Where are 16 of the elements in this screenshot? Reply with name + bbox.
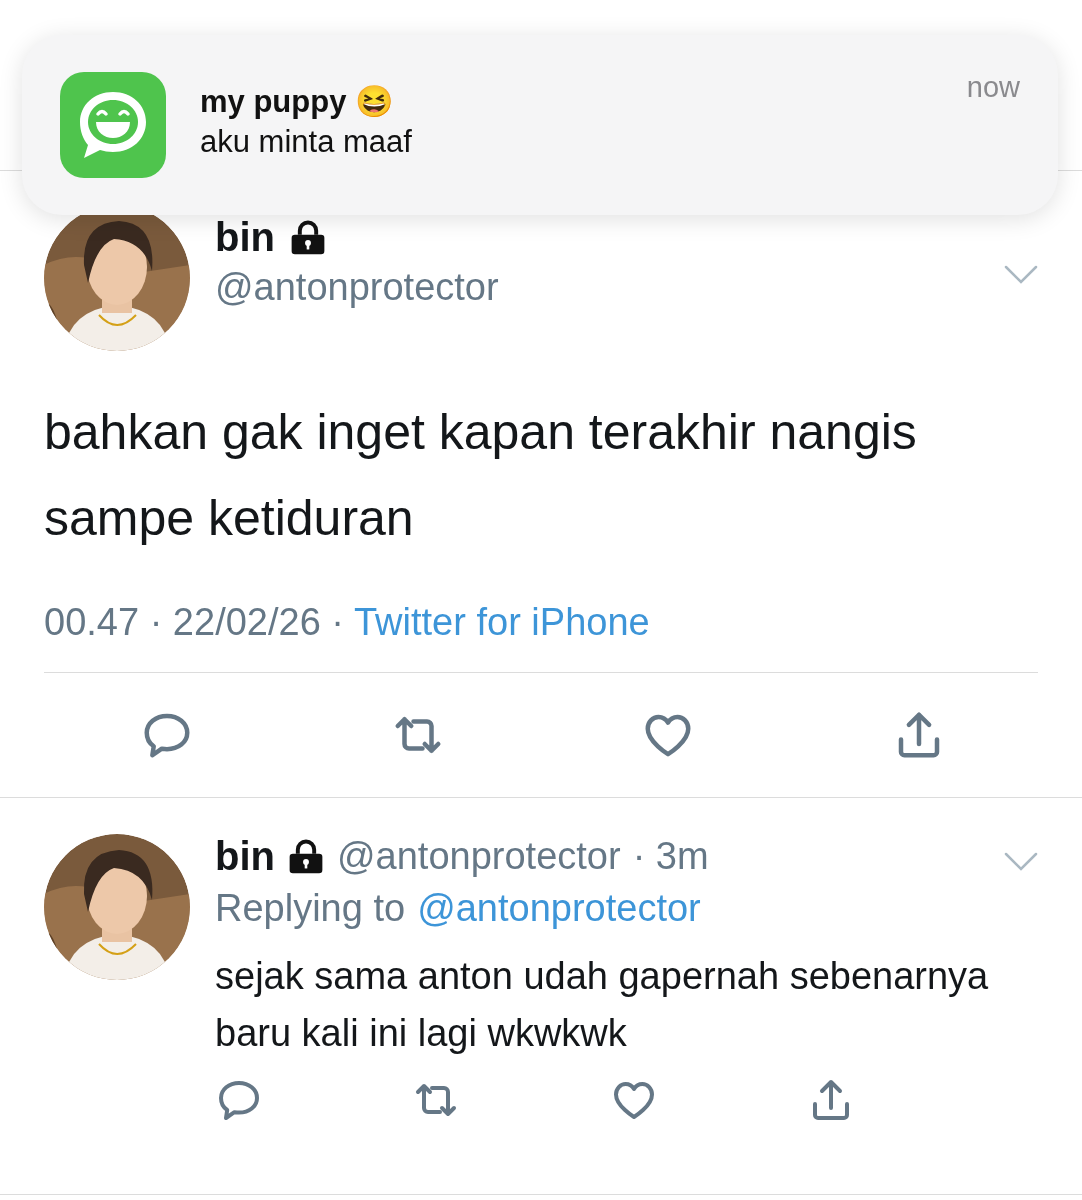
notification-time: now xyxy=(966,71,1020,104)
notification-message: aku minta maaf xyxy=(200,123,413,160)
chat-app-icon xyxy=(60,72,166,178)
reply-time: · 3m xyxy=(632,835,709,878)
notification-title: my puppy 😆 xyxy=(200,82,395,120)
user-name: bin xyxy=(215,834,275,879)
user-handle: @antonprotector xyxy=(215,266,500,309)
reply-text: sejak sama anton udah gapernah sebenarnya baru kali ini lagi wkwkwk xyxy=(215,954,990,1056)
mention-link[interactable]: @antonprotector xyxy=(417,887,701,930)
tweet-text: bahkan gak inget kapan terakhir nangis sampe ketiduran xyxy=(44,403,918,548)
user-name: bin xyxy=(215,215,275,260)
notification-banner[interactable]: my puppy 😆 aku minta maaf now xyxy=(22,35,1058,215)
source-link[interactable]: Twitter for iPhone xyxy=(354,601,650,644)
replying-label: Replying to xyxy=(215,887,406,930)
user-handle: @antonprotector xyxy=(337,835,621,878)
tweet-timestamp: 00.47 · 22/02/26 · xyxy=(44,601,344,644)
